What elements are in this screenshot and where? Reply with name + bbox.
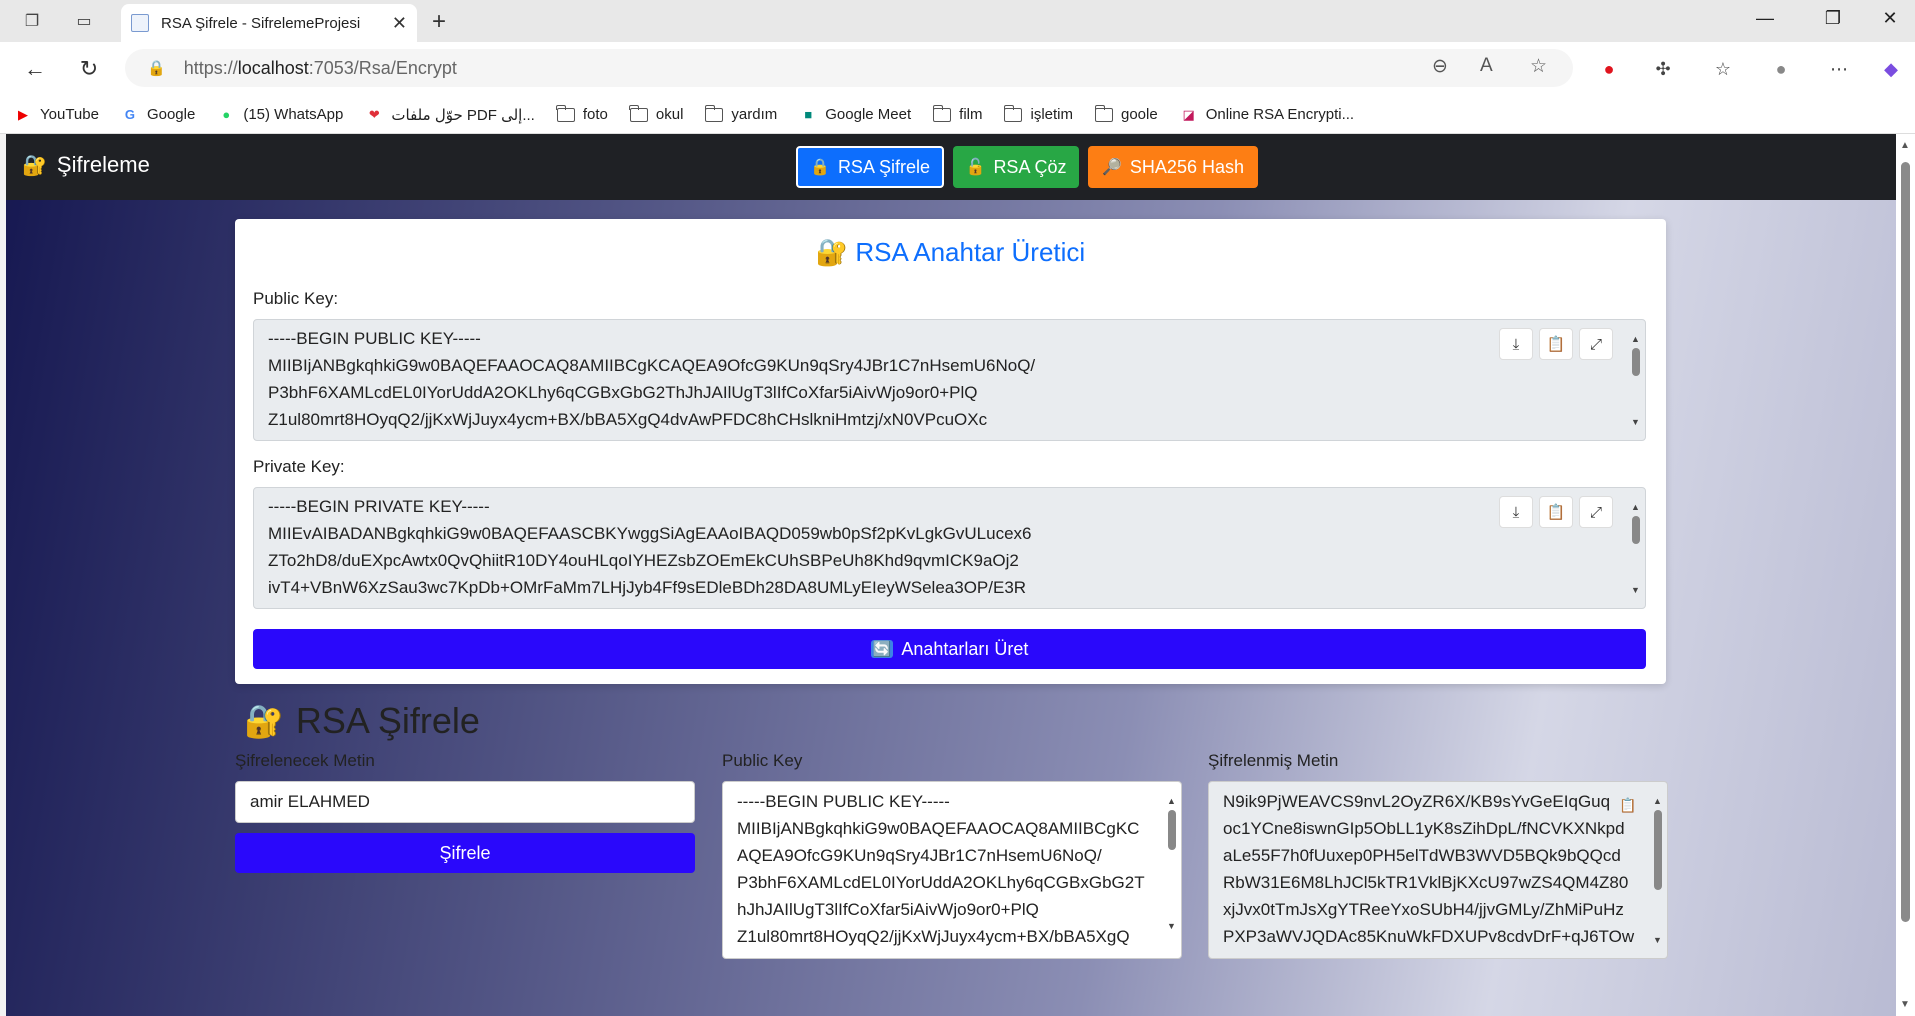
ciphertext-output[interactable]: N9ik9PjWEAVCS9nvL2OyZR6X/KB9sYvGeEIqGuq … <box>1208 781 1668 959</box>
nav-sha256-button[interactable]: 🔎 SHA256 Hash <box>1088 146 1258 188</box>
bookmark-film[interactable]: film <box>932 104 982 123</box>
expand-icon[interactable]: ⤢ <box>1579 328 1613 360</box>
copy-icon[interactable]: 📋 <box>1615 792 1641 818</box>
public-key-textarea[interactable]: -----BEGIN PUBLIC KEY----- MIIBIjANBgkqh… <box>253 319 1646 441</box>
bookmark-goole[interactable]: goole <box>1094 104 1158 123</box>
refresh-icon: 🔄 <box>870 640 894 658</box>
nav-rsa-encrypt-button[interactable]: 🔒 RSA Şifrele <box>796 146 944 188</box>
folder-icon <box>629 104 648 123</box>
lock-icon: 🔐 <box>22 154 47 177</box>
favorites-icon[interactable]: ☆ <box>1710 56 1736 82</box>
plaintext-label: Şifrelenecek Metin <box>235 751 375 770</box>
minimize-icon[interactable]: — <box>1745 8 1785 29</box>
textarea-scrollbar[interactable]: ▲ ▼ <box>1651 786 1665 954</box>
reload-icon[interactable]: ↻ <box>74 56 104 82</box>
lock-icon: 🔐 <box>244 703 284 739</box>
opera-extension-icon[interactable]: ● <box>1596 56 1622 82</box>
url-prefix: https:// <box>183 57 238 78</box>
textarea-scrollbar[interactable]: ▲ ▼ <box>1629 492 1643 604</box>
folder-icon <box>932 104 952 123</box>
zoom-icon[interactable]: ⊖ <box>1432 55 1448 78</box>
folder-icon <box>1094 104 1113 123</box>
bookmark-yardim[interactable]: yardım <box>704 104 777 123</box>
url-host: localhost <box>237 57 309 78</box>
key-generator-title: 🔐 RSA Anahtar Üretici <box>815 237 1086 267</box>
bookmark-foto[interactable]: foto <box>556 104 608 123</box>
copy-icon[interactable]: 📋 <box>1539 496 1573 528</box>
bookmark-okul[interactable]: okul <box>629 104 683 123</box>
workspaces-icon[interactable]: ❐ <box>18 9 46 33</box>
page-viewport: 🔐 Şifreleme 🔒 RSA Şifrele 🔓 RSA Çöz 🔎 SHA25… <box>6 134 1896 1016</box>
expand-icon[interactable]: ⤢ <box>1579 496 1613 528</box>
public-key-label: Public Key: <box>253 289 339 308</box>
plaintext-input[interactable]: amir ELAHMED <box>235 781 695 823</box>
bookmark-google[interactable]: G Google <box>121 106 195 123</box>
close-tab-icon[interactable]: ✕ <box>392 13 407 34</box>
address-bar-row: ← ↻ 🔒 https://localhost:7053/Rsa/Encrypt… <box>0 42 1915 96</box>
folder-icon <box>704 104 724 123</box>
youtube-icon: ▶ <box>18 106 28 122</box>
whatsapp-icon: ● <box>222 107 231 122</box>
public-key-field-label: Public Key <box>722 751 803 770</box>
copy-icon[interactable]: 📋 <box>1539 328 1573 360</box>
rsa-site-icon: ◪ <box>1182 106 1195 122</box>
lock-icon: 🔒 <box>810 159 830 176</box>
key-generator-card: 🔐 RSA Anahtar Üretici Public Key: -----B… <box>235 219 1666 684</box>
more-menu-icon[interactable]: ⋯ <box>1826 56 1852 82</box>
favorite-star-icon[interactable]: ☆ <box>1530 55 1547 78</box>
bookmark-pdf[interactable]: ❤ حوّل ملفات PDF إلى... <box>365 106 535 124</box>
bookmark-isletim[interactable]: işletim <box>1003 104 1073 123</box>
generate-keys-button[interactable]: 🔄 Anahtarları Üret <box>253 629 1646 669</box>
page-favicon-icon <box>131 14 149 32</box>
app-navbar: 🔐 Şifreleme 🔒 RSA Şifrele 🔓 RSA Çöz 🔎 SHA25… <box>6 134 1896 200</box>
tab-strip: ❐ ▭ RSA Şifrele - SifrelemeProjesi ✕ + —… <box>0 0 1915 42</box>
navbar-brand[interactable]: 🔐 Şifreleme <box>22 152 150 178</box>
textarea-scrollbar[interactable]: ▲ ▼ <box>1165 786 1179 954</box>
encrypt-button[interactable]: Şifrele <box>235 833 695 873</box>
bookmark-online-rsa[interactable]: ◪ Online RSA Encrypti... <box>1180 106 1355 123</box>
new-tab-icon[interactable]: + <box>432 8 446 36</box>
magnifier-icon: 🔎 <box>1102 159 1122 176</box>
ciphertext-label: Şifrelenmiş Metin <box>1208 751 1339 770</box>
tab-actions-icon[interactable]: ▭ <box>70 9 98 33</box>
close-window-icon[interactable]: ✕ <box>1870 8 1910 29</box>
lock-icon: 🔐 <box>815 237 849 267</box>
download-icon[interactable]: ⤓ <box>1499 496 1533 528</box>
public-key-input[interactable]: -----BEGIN PUBLIC KEY----- MIIBIjANBgkqh… <box>722 781 1182 959</box>
encrypt-section-title: 🔐 RSA Şifrele <box>244 700 480 741</box>
bookmark-youtube[interactable]: ▶ YouTube <box>14 106 99 123</box>
google-icon: G <box>124 107 136 122</box>
copilot-icon[interactable]: ◆ <box>1878 56 1904 82</box>
page-scrollbar[interactable]: ▲ ▼ <box>1896 134 1915 1016</box>
lock-icon[interactable]: 🔒 <box>147 59 166 77</box>
bookmarks-bar: ▶ YouTube G Google ● (15) WhatsApp ❤ حوّل مل… <box>0 96 1915 134</box>
tab-active[interactable]: RSA Şifrele - SifrelemeProjesi ✕ <box>121 4 417 42</box>
folder-icon <box>1003 104 1023 123</box>
textarea-scrollbar[interactable]: ▲ ▼ <box>1629 324 1643 436</box>
extensions-icon[interactable]: ✣ <box>1650 56 1676 82</box>
profile-avatar-icon[interactable]: ● <box>1768 56 1794 82</box>
bookmark-whatsapp[interactable]: ● (15) WhatsApp <box>217 106 343 123</box>
private-key-label: Private Key: <box>253 457 345 476</box>
heart-icon: ❤ <box>368 106 380 122</box>
meet-icon: ■ <box>804 107 813 122</box>
maximize-icon[interactable]: ❐ <box>1813 8 1853 29</box>
bookmark-google-meet[interactable]: ■ Google Meet <box>799 106 911 123</box>
folder-icon <box>556 104 575 123</box>
private-key-textarea[interactable]: -----BEGIN PRIVATE KEY----- MIIEvAIBADAN… <box>253 487 1646 609</box>
read-aloud-icon[interactable]: A <box>1480 55 1493 77</box>
url-path: :7053/Rsa/Encrypt <box>308 57 457 78</box>
tab-title: RSA Şifrele - SifrelemeProjesi <box>161 14 361 32</box>
download-icon[interactable]: ⤓ <box>1499 328 1533 360</box>
url-field[interactable]: 🔒 https://localhost:7053/Rsa/Encrypt ⊖ A… <box>125 49 1573 87</box>
nav-rsa-decrypt-button[interactable]: 🔓 RSA Çöz <box>953 146 1079 188</box>
unlock-icon: 🔓 <box>965 159 986 176</box>
back-icon[interactable]: ← <box>20 56 50 82</box>
